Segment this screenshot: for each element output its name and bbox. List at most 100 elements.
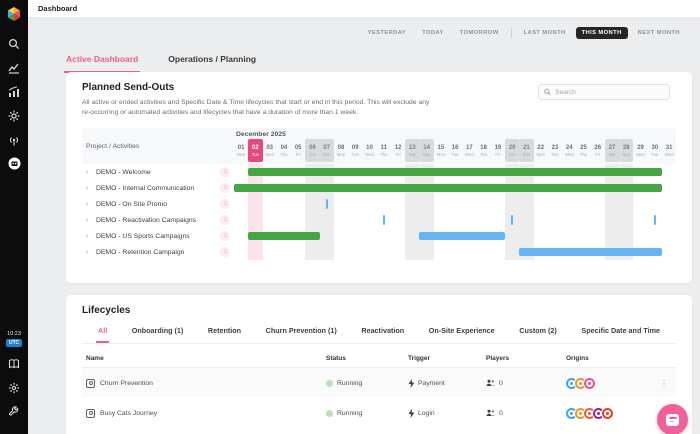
column-header-origins: Origins [566,355,589,362]
gantt-tick[interactable] [382,215,385,226]
project-name[interactable]: DEMO - On Site Promo [96,201,216,208]
chat-launcher-button[interactable] [657,404,688,434]
gantt-day-20[interactable]: 20 Sat [505,139,520,163]
time-filter-this-month[interactable]: THIS MONTH [575,27,628,39]
analytics-chart-icon[interactable] [7,60,22,75]
chevron-right-icon[interactable]: › [86,185,92,192]
gantt-day-18[interactable]: 18 Thu [477,139,491,162]
table-row[interactable]: Churn Prevention Running Payment 0 ⋮ [82,368,676,398]
project-name[interactable]: DEMO - Welcome [96,169,216,176]
lightning-bolt-icon [408,408,415,418]
gantt-day-23[interactable]: 23 Tue [548,139,562,162]
chevron-right-icon[interactable]: › [86,169,92,176]
ai-bot-icon[interactable] [7,156,22,171]
tools-wrench-icon[interactable] [7,404,22,419]
tab-active-dashboard[interactable]: Active Dashboard [64,48,141,73]
time-filter-yesterday[interactable]: YESTERDAY [362,27,413,39]
project-name[interactable]: DEMO - US Sports Campaigns [96,233,216,240]
chevron-right-icon[interactable]: › [86,233,92,240]
leaderboard-icon[interactable] [7,84,22,99]
gantt-day-29[interactable]: 29 Mon [633,139,647,162]
lifecycle-name: Busy Cats Journey [100,409,158,417]
gantt-day-30[interactable]: 30 Tue [648,139,662,162]
search-icon [544,88,551,96]
gantt-day-11[interactable]: 11 Thu [377,139,391,162]
gantt-day-06[interactable]: 06 Sat [305,139,320,163]
gantt-timeline: December 2025 01 Mon 02 Tue 03 Wed 04 Thu 05 Fri 0… [234,128,676,261]
gantt-project-column: Project / Activities › DEMO - Welcome 1 › DE… [82,128,234,260]
row-menu-icon[interactable]: ⋮ [652,379,676,388]
gantt-day-07[interactable]: 07 Sun [319,139,334,163]
gantt-day-13[interactable]: 13 Sat [405,139,420,163]
gantt-day-03[interactable]: 03 Wed [263,139,277,162]
lifecycle-type-icon [86,408,95,418]
gantt-day-31[interactable]: 31 Wed [662,139,676,162]
gantt-day-08[interactable]: 08 Mon [334,139,348,162]
gantt-bar[interactable] [248,168,662,177]
gantt-day-04[interactable]: 04 Thu [277,139,291,162]
gantt-bar[interactable] [248,232,320,241]
gantt-day-16[interactable]: 16 Tue [448,139,462,162]
lifecycle-tab-specific-date-and-time[interactable]: Specific Date and Time [579,321,662,343]
planned-sendouts-card: Planned Send-Outs All active or ended ac… [66,72,692,283]
tab-operations-planning[interactable]: Operations / Planning [166,48,258,73]
lifecycle-type-icon [86,378,95,388]
lifecycle-tab-all[interactable]: All [96,321,110,343]
gantt-bar[interactable] [234,184,662,193]
status-running-dot [326,409,333,417]
chevron-right-icon[interactable]: › [86,201,92,208]
cell-status: Running [326,379,408,387]
settings-gear-icon[interactable] [7,380,22,395]
dashboard-tabs: Active Dashboard Operations / Planning [64,48,258,73]
gantt-day-26[interactable]: 26 Fri [591,139,605,162]
gantt-day-28[interactable]: 28 Sun [619,139,634,163]
gamification-icon[interactable] [7,108,22,123]
time-filter-tomorrow[interactable]: TOMORROW [454,27,505,39]
chevron-right-icon[interactable]: › [86,217,92,224]
gantt-day-14[interactable]: 14 Sun [419,139,434,163]
gantt-day-12[interactable]: 12 Fri [391,139,405,162]
gantt-day-05[interactable]: 05 Fri [291,139,305,162]
gantt-tick[interactable] [511,215,514,226]
time-filter-next-month[interactable]: NEXT MONTH [632,27,686,39]
time-filter-today[interactable]: TODAY [416,27,450,39]
app-logo[interactable] [6,6,22,22]
gantt-bar[interactable] [519,248,662,257]
gantt-day-22[interactable]: 22 Mon [534,139,548,162]
table-row[interactable]: Busy Cats JourneyRunningLogin0⋮ [82,398,676,428]
sidebar-clock: 10:23 [7,331,21,337]
search-icon[interactable] [7,36,22,51]
gantt-day-25[interactable]: 25 Thu [576,139,590,162]
project-name[interactable]: DEMO - Retention Campaign [96,249,216,256]
gantt-day-02[interactable]: 02 Tue [248,139,263,163]
lifecycle-tab-custom-2-[interactable]: Custom (2) [517,321,559,343]
broadcast-icon[interactable] [7,132,22,147]
cell-players: 0 [486,379,566,387]
lifecycle-tab-onboarding-1-[interactable]: Onboarding (1) [130,321,186,343]
gantt-day-01[interactable]: 01 Mon [234,139,248,162]
search-input[interactable] [555,88,664,96]
chevron-right-icon[interactable]: › [86,249,92,256]
gantt-day-24[interactable]: 24 Wed [562,139,576,162]
lifecycle-name: Churn Prevention [100,379,153,387]
gantt-bar[interactable] [419,232,505,241]
project-name[interactable]: DEMO - Reactivation Campaigns [96,217,216,224]
project-name[interactable]: DEMO - Internal Communication [96,185,216,192]
lifecycle-tab-on-site-experience[interactable]: On-Site Experience [427,321,497,343]
gantt-day-10[interactable]: 10 Wed [362,139,376,162]
gantt-day-15[interactable]: 15 Mon [434,139,448,162]
gantt-day-27[interactable]: 27 Sat [604,139,620,163]
gantt-day-21[interactable]: 21 Sun [519,139,534,163]
lifecycle-tab-churn-prevention-1-[interactable]: Churn Prevention (1) [264,321,339,343]
gantt-tick[interactable] [653,215,656,226]
timezone-badge[interactable]: UTC [5,339,23,347]
lifecycle-tab-retention[interactable]: Retention [206,321,243,343]
gantt-day-17[interactable]: 17 Wed [462,139,476,162]
project-row: › DEMO - US Sports Campaigns 1 [82,228,234,244]
time-filter-last-month[interactable]: LAST MONTH [518,27,572,39]
gantt-day-09[interactable]: 09 Tue [348,139,362,162]
docs-book-icon[interactable] [7,356,22,371]
gantt-day-19[interactable]: 19 Fri [491,139,505,162]
gantt-tick[interactable] [325,199,328,210]
lifecycle-tab-reactivation[interactable]: Reactivation [359,321,406,343]
